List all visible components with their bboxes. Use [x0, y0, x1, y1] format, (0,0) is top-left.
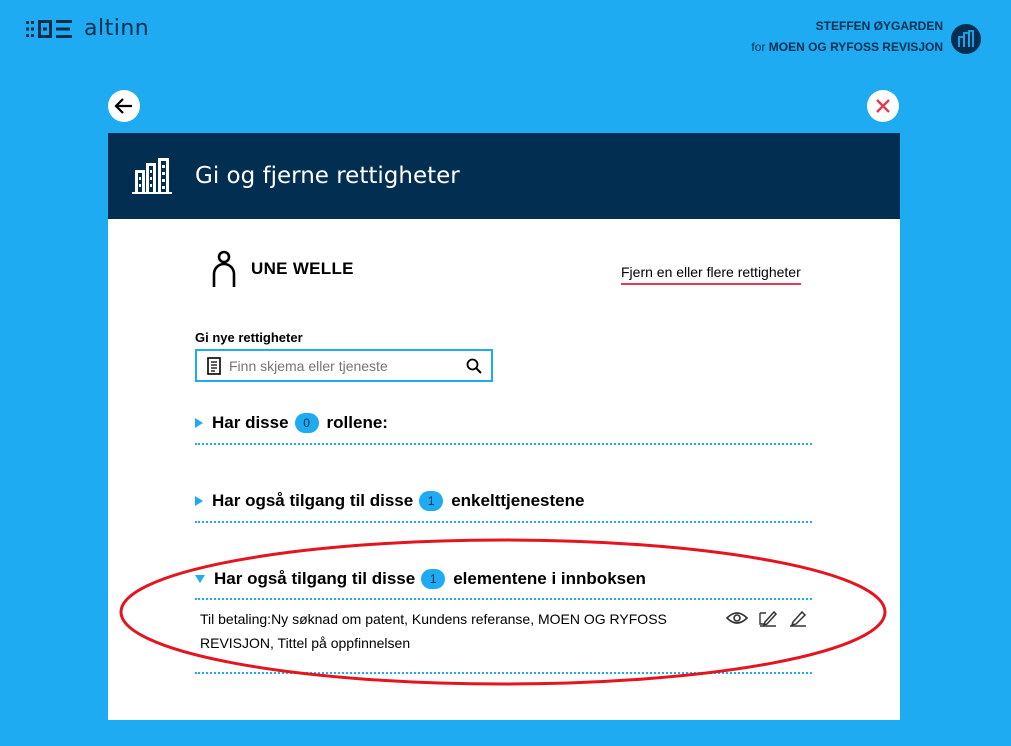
close-icon [876, 99, 890, 113]
eye-icon[interactable] [726, 610, 748, 626]
expand-arrow-icon [195, 496, 203, 506]
remove-rights-link[interactable]: Fjern en eller flere rettigheter [621, 264, 801, 285]
person-name: UNE WELLE [251, 259, 354, 278]
modal-header: Gi og fjerne rettigheter [108, 133, 900, 219]
section-label: Har også tilgang til disse [212, 491, 414, 510]
expand-arrow-icon [195, 418, 203, 428]
org-name: MOEN OG RYFOSS REVISJON [768, 40, 943, 54]
section-label-suffix: enkelttjenestene [451, 491, 585, 510]
org-prefix: for [751, 40, 766, 54]
modal-title: Gi og fjerne rettigheter [195, 163, 460, 189]
altinn-logo[interactable]: altinn [26, 16, 149, 41]
section-label: Har disse [212, 413, 289, 432]
services-section: Har også tilgang til disse 1 enkelttjene… [195, 491, 812, 523]
divider [195, 672, 812, 674]
inbox-section-toggle[interactable]: Har også tilgang til disse 1 elementene … [195, 569, 812, 589]
search-box[interactable] [195, 349, 493, 382]
arrow-left-icon [114, 98, 132, 114]
close-button[interactable] [867, 90, 899, 122]
search-icon[interactable] [466, 358, 482, 374]
count-badge: 0 [294, 413, 319, 433]
person-icon [212, 250, 236, 287]
roles-section-toggle[interactable]: Har disse 0 rollene: [195, 413, 812, 433]
back-button[interactable] [108, 90, 140, 122]
inbox-item-text: Til betaling:Ny søknad om patent, Kunden… [200, 611, 667, 651]
search-input[interactable] [227, 356, 459, 375]
count-badge: 1 [421, 569, 446, 589]
person-row: UNE WELLE [211, 250, 354, 288]
divider [195, 443, 812, 445]
sign-icon[interactable] [758, 610, 778, 628]
count-badge: 1 [419, 491, 444, 511]
user-name: STEFFEN ØYGARDEN [815, 19, 943, 33]
logo-text: altinn [84, 16, 150, 41]
rights-modal: Gi og fjerne rettigheter UNE WELLE Fjern… [108, 133, 900, 720]
pencil-icon[interactable] [788, 610, 808, 628]
building-icon [132, 158, 172, 194]
inbox-section: Har også tilgang til disse 1 elementene … [195, 569, 812, 674]
building-icon [951, 24, 981, 54]
collapse-arrow-icon [195, 575, 205, 583]
divider [195, 521, 812, 523]
section-label-suffix: rollene: [326, 413, 388, 432]
section-label-suffix: elementene i innboksen [453, 569, 646, 588]
services-section-toggle[interactable]: Har også tilgang til disse 1 enkelttjene… [195, 491, 812, 511]
roles-section: Har disse 0 rollene: [195, 413, 812, 445]
document-icon [207, 356, 221, 375]
user-menu[interactable]: STEFFEN ØYGARDEN for MOEN OG RYFOSS REVI… [751, 16, 981, 58]
give-rights-label: Gi nye rettigheter [195, 330, 303, 345]
section-label: Har også tilgang til disse [214, 569, 416, 588]
list-item: Til betaling:Ny søknad om patent, Kunden… [195, 600, 812, 663]
altinn-logo-icon [26, 19, 74, 39]
